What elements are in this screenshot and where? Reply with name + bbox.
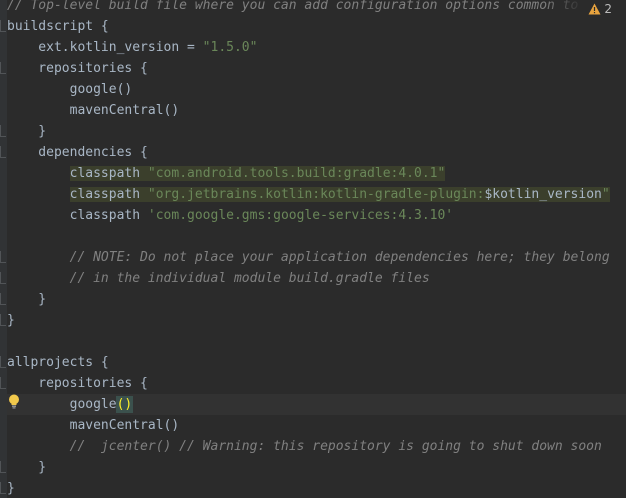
warning-icon — [588, 3, 601, 14]
inspection-widget[interactable]: 2 — [584, 0, 626, 17]
code-line-19[interactable]: repositories { — [0, 373, 626, 394]
code-text: mavenCentral() — [7, 418, 180, 433]
interpolated-variable: $kotlin_version — [484, 187, 602, 202]
code-line-15[interactable]: } — [0, 289, 626, 310]
code-line-4[interactable]: repositories { — [0, 58, 626, 79]
code-line-1[interactable]: // Top-level build file where you can ad… — [7, 0, 626, 16]
code-line-20[interactable]: google() — [7, 394, 626, 415]
code-text: repositories { — [7, 376, 148, 391]
code-text: } — [7, 481, 15, 496]
code-line-21[interactable]: mavenCentral() — [7, 415, 626, 436]
fold-marker-icon[interactable] — [0, 356, 6, 368]
code-text: } — [7, 313, 15, 328]
fold-marker-icon[interactable] — [0, 314, 6, 326]
editor-gutter[interactable] — [0, 0, 7, 498]
code-line-18[interactable]: allprojects { — [0, 352, 626, 373]
code-line-8[interactable]: dependencies { — [0, 142, 626, 163]
code-line-9[interactable]: classpath "com.android.tools.build:gradl… — [7, 163, 626, 184]
fold-marker-icon[interactable] — [0, 125, 6, 137]
comment: // jcenter() // Warning: this repository… — [7, 439, 602, 454]
code-line-2[interactable]: buildscript { — [0, 16, 626, 37]
code-line-23[interactable]: } — [0, 457, 626, 478]
code-text: buildscript { — [7, 19, 109, 34]
code-text: allprojects { — [7, 355, 109, 370]
code-text: repositories { — [7, 61, 148, 76]
code-line-5[interactable]: google() — [7, 79, 626, 100]
code-line-7[interactable]: } — [0, 121, 626, 142]
code-line-10[interactable]: classpath "org.jetbrains.kotlin:kotlin-g… — [7, 184, 626, 205]
comment: // Top-level build file where you can ad… — [7, 0, 626, 13]
comment: // in the individual module build.gradle… — [7, 271, 430, 286]
code-line-6[interactable]: mavenCentral() — [7, 100, 626, 121]
badge-fade — [544, 0, 584, 17]
code-content[interactable]: // Top-level build file where you can ad… — [0, 0, 626, 498]
code-line-3[interactable]: ext.kotlin_version = "1.5.0" — [7, 37, 626, 58]
code-line-17[interactable] — [7, 331, 626, 352]
code-text: ext.kotlin_version = — [7, 40, 203, 55]
code-text: } — [7, 460, 47, 475]
comment: // NOTE: Do not place your application d… — [7, 250, 610, 265]
code-text: google — [7, 397, 117, 412]
fold-marker-icon[interactable] — [0, 482, 6, 494]
code-line-16[interactable]: } — [0, 310, 626, 331]
code-text: dependencies { — [7, 145, 148, 160]
code-line-14[interactable]: // in the individual module build.gradle… — [0, 268, 626, 289]
code-text: mavenCentral() — [7, 103, 180, 118]
highlighted-keyword: classpath — [69, 166, 141, 181]
warning-count: 2 — [604, 1, 612, 16]
fold-marker-icon[interactable] — [0, 377, 6, 389]
matched-parentheses: () — [115, 396, 134, 413]
highlighted-keyword: classpath — [69, 187, 141, 202]
string-literal: "1.5.0" — [202, 40, 258, 55]
code-line-13[interactable]: // NOTE: Do not place your application d… — [0, 247, 626, 268]
lightbulb-icon[interactable] — [8, 394, 20, 410]
string-literal: "org.jetbrains.kotlin:kotlin-gradle-plug… — [147, 187, 485, 202]
code-text: google() — [7, 82, 133, 97]
code-line-22[interactable]: // jcenter() // Warning: this repository… — [7, 436, 626, 457]
string-literal: 'com.google.gms:google-services:4.3.10' — [147, 208, 454, 223]
fold-marker-icon[interactable] — [0, 461, 6, 473]
fold-marker-icon[interactable] — [0, 62, 6, 74]
string-literal: "com.android.tools.build:gradle:4.0.1" — [147, 166, 446, 181]
code-text: classpath — [7, 208, 148, 223]
code-editor[interactable]: 2 // Top-level build file where you can … — [0, 0, 626, 498]
string-literal-end: " — [601, 187, 610, 202]
code-text: } — [7, 292, 47, 307]
code-line-11[interactable]: classpath 'com.google.gms:google-service… — [7, 205, 626, 226]
fold-marker-icon[interactable] — [0, 272, 6, 284]
fold-marker-icon[interactable] — [0, 293, 6, 305]
code-line-24[interactable]: } — [0, 478, 626, 498]
code-line-12[interactable] — [7, 226, 626, 247]
fold-marker-icon[interactable] — [0, 146, 6, 158]
fold-marker-icon[interactable] — [0, 20, 6, 32]
code-text: } — [7, 124, 47, 139]
fold-marker-icon[interactable] — [0, 251, 6, 263]
